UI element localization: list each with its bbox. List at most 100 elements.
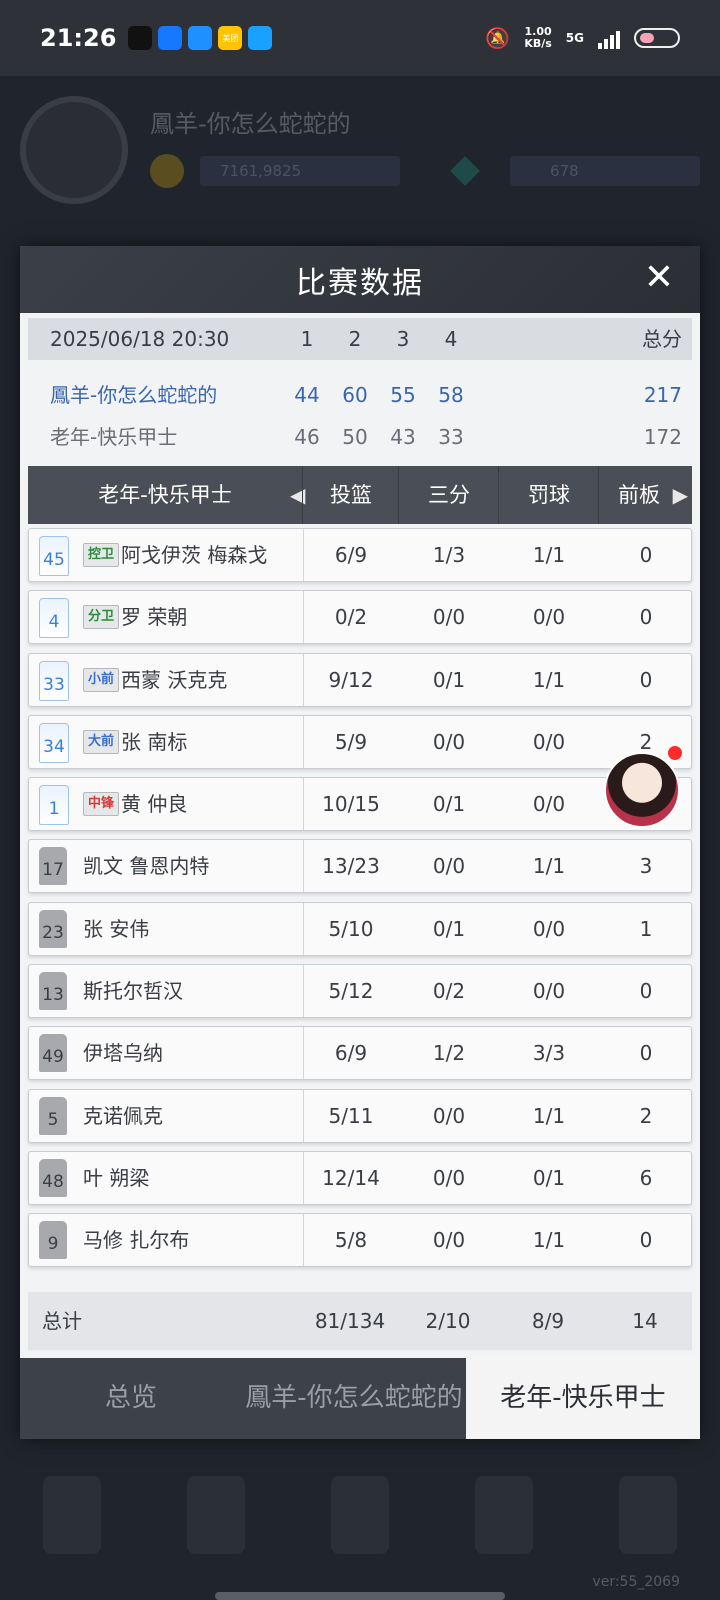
player-name: 斯托尔哲汉 (83, 979, 183, 1004)
player-row[interactable]: 48 叶 朔梁 12/14 0/0 0/1 6 (28, 1150, 692, 1205)
video-icon (188, 26, 213, 50)
player-name: 克诺佩克 (83, 1103, 163, 1128)
total-oreb: 14 (632, 1309, 658, 1333)
quarter-score: 50 (342, 425, 368, 449)
quarter-3-label: 3 (396, 327, 410, 351)
background-username: 鳳羊-你怎么蛇蛇的 (150, 110, 351, 138)
browser-icon (158, 26, 183, 50)
quarter-1-label: 1 (300, 327, 314, 351)
tab-away-team[interactable]: 老年-快乐甲士 (466, 1358, 700, 1439)
team-total-score: 172 (643, 425, 682, 449)
score-header: 2025/06/18 20:30 1 2 3 4 总分 (28, 318, 692, 360)
jersey-icon: 49 (39, 1034, 67, 1073)
gem-balance: 678 (510, 156, 700, 186)
player-ft: 1/1 (532, 543, 566, 567)
player-3pt: 1/3 (432, 543, 466, 567)
player-row[interactable]: 34 大前张 南标 5/9 0/0 0/0 2 (28, 714, 692, 769)
signal-icon (598, 27, 620, 49)
player-ft: 1/1 (532, 1228, 566, 1253)
tab-home-team[interactable]: 鳳羊-你怎么蛇蛇的 (242, 1358, 466, 1439)
player-fg: 5/8 (334, 1228, 368, 1253)
total-label: 总分 (642, 327, 682, 351)
jersey-icon: 48 (39, 1158, 67, 1197)
scroll-right-icon[interactable]: ▶ (673, 466, 688, 524)
player-oreb: 3 (639, 854, 653, 879)
clock: 21:26 (40, 24, 117, 52)
dock-icon (43, 1476, 101, 1554)
match-stats-modal: 比赛数据 ✕ 2025/06/18 20:30 1 2 3 4 总分 鳳羊-你怎… (20, 246, 700, 1439)
jersey-icon: 45 (39, 536, 69, 576)
team-total-score: 217 (643, 383, 682, 407)
column-header-3pt[interactable]: 三分 (398, 466, 499, 524)
modal-header: 比赛数据 ✕ (20, 246, 700, 313)
version-label: ver:55_2069 (592, 1574, 680, 1590)
player-3pt: 0/0 (432, 1228, 466, 1253)
floating-assistant-avatar[interactable] (604, 752, 680, 828)
player-3pt: 0/0 (432, 1165, 466, 1190)
home-indicator[interactable] (215, 1592, 505, 1600)
player-3pt: 0/1 (432, 792, 466, 817)
team-name: 老年-快乐甲士 (50, 425, 178, 449)
player-ft: 0/0 (532, 605, 566, 630)
stats-table-header: 老年-快乐甲士 ◀ 投篮 三分 罚球 前板 ▶ (28, 466, 692, 524)
player-fg: 10/15 (322, 792, 380, 817)
player-name: 西蒙 沃克克 (121, 667, 228, 692)
network-speed: 1.00 KB/s (524, 25, 552, 50)
player-row[interactable]: 17 凯文 鲁恩内特 13/23 0/0 1/1 3 (28, 839, 692, 894)
player-name: 叶 朔梁 (83, 1165, 150, 1190)
status-bar: 21:26 美团 🔕 1.00 KB/s 5G (0, 0, 720, 76)
quarter-score: 60 (342, 383, 368, 407)
player-3pt: 0/0 (432, 605, 466, 630)
position-badge: 小前 (83, 667, 119, 692)
column-header-ft[interactable]: 罚球 (498, 466, 599, 524)
player-row[interactable]: 23 张 安伟 5/10 0/1 0/0 1 (28, 901, 692, 956)
total-row: 总计 81/134 2/10 8/9 14 (28, 1292, 692, 1350)
player-row[interactable]: 33 小前 西蒙 沃克克 9/12 0/1 1/1 0 (28, 652, 692, 707)
player-oreb: 0 (639, 543, 653, 567)
total-ft: 8/9 (531, 1309, 565, 1333)
player-row[interactable]: 1 中锋黄 仲良 10/15 0/1 0/0 (28, 777, 692, 832)
player-oreb: 1 (639, 916, 653, 941)
player-oreb: 0 (639, 605, 653, 630)
coin-balance: 7161,9825 (200, 156, 400, 186)
meituan-icon: 美团 (218, 26, 243, 50)
player-row[interactable]: 9 马修 扎尔布 5/8 0/0 1/1 0 (28, 1213, 692, 1268)
tab-overview[interactable]: 总览 (20, 1358, 242, 1439)
modal-title: 比赛数据 (296, 265, 424, 301)
jersey-icon: 9 (39, 1221, 67, 1260)
wifi-app-icon (248, 26, 273, 50)
player-fg: 13/23 (322, 854, 380, 879)
player-row[interactable]: 13 斯托尔哲汉 5/12 0/2 0/0 0 (28, 964, 692, 1019)
player-oreb: 0 (639, 979, 653, 1004)
quarter-2-label: 2 (348, 327, 362, 351)
player-ft: 3/3 (532, 1041, 566, 1066)
column-header-oreb[interactable]: 前板 (598, 466, 679, 524)
mute-icon: 🔕 (485, 26, 511, 50)
dock-icon (619, 1476, 677, 1554)
total-row-label: 总计 (42, 1309, 82, 1333)
player-oreb: 0 (639, 1228, 653, 1253)
quarter-score: 44 (294, 383, 320, 407)
gem-icon (450, 156, 480, 186)
player-row[interactable]: 4 分卫罗 荣朝 0/2 0/0 0/0 0 (28, 590, 692, 645)
player-row[interactable]: 45 控卫 阿戈伊茨 梅森戈 6/9 1/3 1/1 0 (28, 528, 692, 582)
player-name: 张 安伟 (83, 916, 150, 941)
jersey-icon: 33 (39, 660, 69, 701)
column-header-fg[interactable]: 投篮 (302, 466, 399, 524)
player-3pt: 0/1 (432, 667, 466, 692)
player-row[interactable]: 5 克诺佩克 5/11 0/0 1/1 2 (28, 1088, 692, 1143)
home-team-score-row: 鳳羊-你怎么蛇蛇的 44 60 55 58 217 (28, 374, 692, 416)
jersey-icon: 34 (39, 722, 69, 763)
player-name: 伊塔乌纳 (83, 1041, 163, 1066)
qq-icon (128, 26, 153, 50)
player-name: 马修 扎尔布 (83, 1228, 190, 1253)
player-ft: 0/0 (532, 916, 566, 941)
away-team-score-row: 老年-快乐甲士 46 50 43 33 172 (28, 416, 692, 458)
player-oreb: 0 (639, 667, 653, 692)
close-icon[interactable]: ✕ (644, 258, 674, 298)
player-name: 凯文 鲁恩内特 (83, 854, 210, 879)
player-ft: 0/0 (532, 979, 566, 1004)
player-3pt: 1/2 (432, 1041, 466, 1066)
player-row[interactable]: 49 伊塔乌纳 6/9 1/2 3/3 0 (28, 1026, 692, 1081)
player-oreb: 6 (639, 1165, 653, 1190)
